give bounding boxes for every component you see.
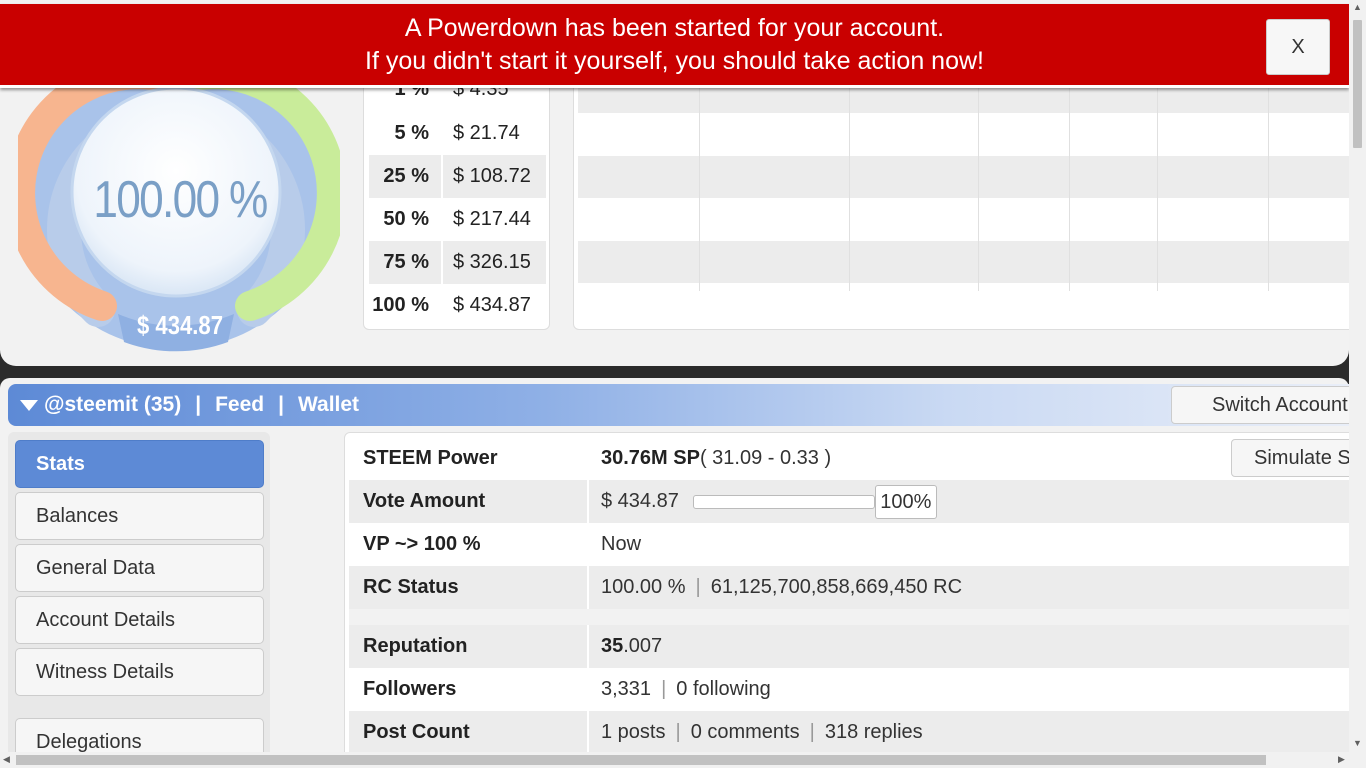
- empty-data-grid: [573, 70, 1363, 330]
- comment-count: 0 comments: [690, 721, 800, 743]
- gauge-amount: $ 434.87: [136, 310, 224, 340]
- separator: |: [661, 678, 667, 700]
- stat-row-vp: VP ~> 100 % Now: [349, 523, 1353, 566]
- stat-label: Followers: [363, 678, 457, 700]
- nav-item-general-data[interactable]: General Data: [15, 544, 264, 592]
- grid-row: [578, 156, 1362, 198]
- vote-value-amount: $ 108.72: [441, 155, 531, 198]
- stat-label: VP ~> 100 %: [363, 533, 481, 555]
- nav-item-witness-details[interactable]: Witness Details: [15, 648, 264, 696]
- alert-line-1: A Powerdown has been started for your ac…: [404, 14, 945, 42]
- separator: |: [695, 576, 701, 598]
- vote-value-table: 1 % $ 4.35 5 % $ 21.74 25 % $ 108.72 50 …: [363, 70, 550, 330]
- vote-value-percent: 75 %: [383, 251, 429, 273]
- simulate-sp-button[interactable]: Simulate SP: [1231, 439, 1353, 477]
- stat-value: 100.00 % | 61,125,700,858,669,450 RC: [587, 566, 962, 609]
- scroll-up-arrow-icon[interactable]: ▲: [1353, 2, 1362, 12]
- grid-row: [578, 241, 1362, 283]
- post-count: 1 posts: [601, 721, 666, 743]
- stat-row-post-count: Post Count 1 posts | 0 comments | 318 re…: [349, 711, 1353, 754]
- grid-column-divider: [1268, 71, 1269, 291]
- vote-value-row: 50 % $ 217.44: [369, 198, 546, 241]
- grid-column-divider: [1069, 71, 1070, 291]
- stat-value: 30.76M SP ( 31.09 - 0.33 ): [587, 437, 831, 480]
- vote-weight-slider[interactable]: [692, 494, 875, 509]
- nav-item-stats[interactable]: Stats: [15, 440, 264, 488]
- rc-amount: 61,125,700,858,669,450 RC: [710, 576, 963, 598]
- vote-value-percent: 100 %: [372, 294, 429, 316]
- separator: |: [809, 721, 815, 743]
- steem-power-detail: ( 31.09 - 0.33 ): [699, 447, 832, 469]
- vote-value-row: 5 % $ 21.74: [369, 112, 546, 155]
- following-count: 0 following: [676, 678, 771, 700]
- vote-value-amount: $ 21.74: [441, 112, 520, 155]
- stat-row-rc-status: RC Status 100.00 % | 61,125,700,858,669,…: [349, 566, 1353, 609]
- horizontal-scroll-thumb[interactable]: [16, 755, 1266, 765]
- account-name-link[interactable]: @steemit (35): [44, 393, 181, 417]
- powerdown-alert-banner: A Powerdown has been started for your ac…: [0, 4, 1349, 88]
- stat-row-reputation: Reputation 35.007: [349, 625, 1353, 668]
- scroll-right-arrow-icon[interactable]: ▶: [1338, 754, 1345, 765]
- grid-column-divider: [699, 71, 700, 291]
- vote-value-amount: $ 434.87: [441, 284, 531, 327]
- vote-amount-value: $ 434.87: [601, 490, 679, 512]
- vote-value-amount: $ 217.44: [441, 198, 531, 241]
- stat-label: STEEM Power: [363, 447, 498, 469]
- rc-percent: 100.00 %: [601, 576, 686, 598]
- scroll-left-arrow-icon[interactable]: ◀: [3, 754, 10, 765]
- reputation-whole: 35: [601, 635, 624, 657]
- vote-weight-input[interactable]: 100%: [874, 484, 937, 519]
- horizontal-scrollbar[interactable]: ◀ ▶: [0, 752, 1366, 768]
- stat-value: 35.007: [587, 625, 662, 668]
- close-alert-button[interactable]: X: [1266, 19, 1330, 75]
- grid-column-divider: [1157, 71, 1158, 291]
- chevron-down-icon[interactable]: [20, 399, 38, 411]
- stat-label: Reputation: [363, 635, 468, 657]
- stat-value: $ 434.87 100%: [587, 480, 937, 523]
- side-nav: Stats Balances General Data Account Deta…: [8, 432, 270, 768]
- nav-item-account-details[interactable]: Account Details: [15, 596, 264, 644]
- stat-label: Post Count: [363, 721, 470, 743]
- nav-item-balances[interactable]: Balances: [15, 492, 264, 540]
- stat-label: Vote Amount: [363, 490, 486, 512]
- stat-row-vote-amount: Vote Amount $ 434.87 100%: [349, 480, 1353, 523]
- stat-value: 1 posts | 0 comments | 318 replies: [587, 711, 923, 754]
- vote-value-percent: 25 %: [383, 165, 429, 187]
- separator: |: [675, 721, 681, 743]
- steem-power-value: 30.76M SP: [601, 447, 700, 469]
- stat-value: Now: [587, 523, 641, 566]
- stat-row-followers: Followers 3,331 | 0 following: [349, 668, 1353, 711]
- separator: |: [278, 393, 284, 416]
- vote-value-percent: 50 %: [383, 208, 429, 230]
- stat-value: 3,331 | 0 following: [587, 668, 771, 711]
- vote-value-amount: $ 326.15: [441, 241, 531, 284]
- wallet-link[interactable]: Wallet: [298, 393, 359, 417]
- stat-label: RC Status: [363, 576, 459, 598]
- vertical-scrollbar[interactable]: ▲ ▼: [1349, 0, 1366, 752]
- gauge-percent: 100.00 %: [93, 171, 268, 229]
- vertical-scroll-thumb[interactable]: [1353, 20, 1362, 148]
- grid-column-divider: [978, 71, 979, 291]
- switch-account-button[interactable]: Switch Account: [1171, 386, 1366, 424]
- alert-line-2: If you didn't start it yourself, you sho…: [365, 47, 984, 75]
- section-gap: [349, 609, 1353, 625]
- vote-value-row: 75 % $ 326.15: [369, 241, 546, 284]
- account-panel: @steemit (35) | Feed | Wallet Switch Acc…: [0, 378, 1366, 768]
- followers-count: 3,331: [601, 678, 652, 700]
- feed-link[interactable]: Feed: [215, 393, 264, 417]
- vote-value-row: 25 % $ 108.72: [369, 155, 546, 198]
- vote-value-percent: 5 %: [394, 122, 429, 144]
- scroll-down-arrow-icon[interactable]: ▼: [1353, 738, 1362, 748]
- separator: |: [195, 393, 202, 416]
- grid-column-divider: [849, 71, 850, 291]
- account-bar: @steemit (35) | Feed | Wallet: [8, 384, 1349, 426]
- reply-count: 318 replies: [824, 721, 923, 743]
- vote-value-row: 100 % $ 434.87: [369, 284, 546, 327]
- reputation-fraction: .007: [623, 635, 663, 657]
- stat-row-steem-power: STEEM Power 30.76M SP ( 31.09 - 0.33 ): [349, 437, 1353, 480]
- stats-table: STEEM Power 30.76M SP ( 31.09 - 0.33 ) S…: [344, 432, 1354, 768]
